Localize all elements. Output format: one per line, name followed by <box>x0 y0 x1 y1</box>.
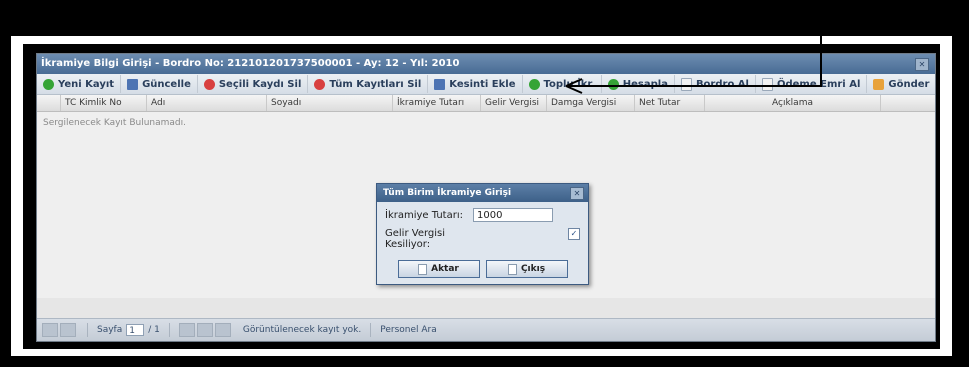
annotation-arrow-line <box>566 0 822 87</box>
annotation-arrow <box>565 0 822 94</box>
